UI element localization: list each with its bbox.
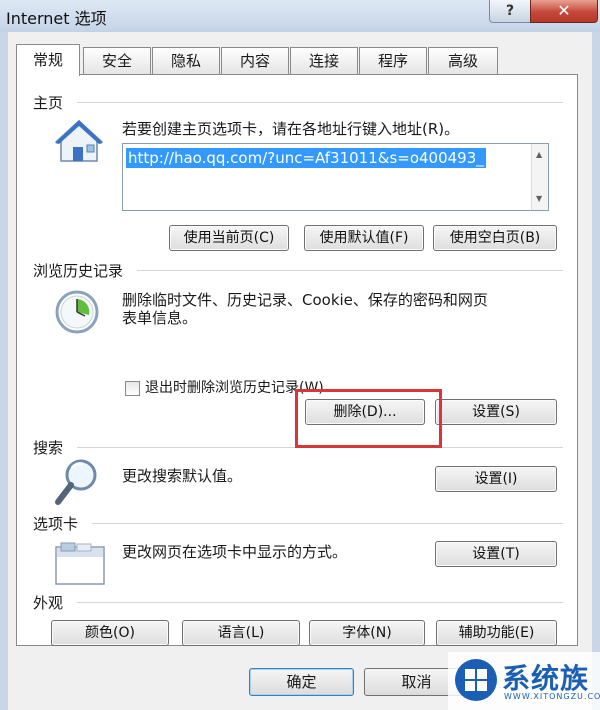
tab-security[interactable]: 安全 — [83, 47, 151, 74]
history-section-divider — [137, 270, 563, 271]
history-section-title: 浏览历史记录 — [33, 260, 130, 281]
search-settings-button[interactable]: 设置(I) — [435, 466, 557, 492]
colors-button[interactable]: 颜色(O) — [51, 620, 169, 646]
home-icon — [55, 119, 103, 162]
appearance-section-title: 外观 — [33, 592, 70, 613]
ok-button[interactable]: 确定 — [249, 668, 354, 696]
history-description-line2: 表单信息。 — [122, 309, 198, 327]
tabs-settings-button[interactable]: 设置(T) — [435, 541, 557, 567]
watermark-text: 系统族 — [502, 662, 590, 695]
title-bar: Internet 选项 ? ✕ — [0, 0, 600, 32]
tab-advanced[interactable]: 高级 — [428, 47, 498, 74]
url-field-scrollbar[interactable]: ▲ ▼ — [531, 144, 548, 210]
home-page-url-text: http://hao.qq.com/?unc=Af31011&s=o400493… — [126, 148, 486, 168]
home-description: 若要创建主页选项卡，请在各地址行键入地址(R)。 — [122, 120, 460, 138]
scroll-up-icon[interactable]: ▲ — [536, 150, 542, 159]
tabs-description: 更改网页在选项卡中显示的方式。 — [122, 543, 348, 561]
magnifier-icon — [55, 459, 97, 505]
watermark: 系统族 WWW.XITONGZU.COM — [448, 652, 600, 710]
use-blank-page-button[interactable]: 使用空白页(B) — [433, 225, 557, 251]
dialog-client-area: 常规 安全 隐私 内容 连接 程序 高级 主页 若要创建主页选项卡，请在各地址行… — [8, 32, 592, 710]
fonts-button[interactable]: 字体(N) — [309, 620, 425, 646]
history-description-line1: 删除临时文件、历史记录、Cookie、保存的密码和网页 — [122, 291, 488, 309]
tab-programs[interactable]: 程序 — [359, 47, 427, 74]
windows-logo-icon — [455, 659, 497, 701]
home-section-divider — [77, 102, 563, 103]
close-button[interactable]: ✕ — [530, 0, 598, 23]
use-current-page-button[interactable]: 使用当前页(C) — [169, 225, 289, 251]
delete-history-on-exit-checkbox[interactable] — [125, 381, 140, 396]
home-section-title: 主页 — [33, 92, 70, 113]
search-section-title: 搜索 — [33, 437, 70, 458]
tab-content[interactable]: 内容 — [221, 47, 289, 74]
tab-connections[interactable]: 连接 — [290, 47, 358, 74]
tab-general[interactable]: 常规 — [16, 44, 80, 76]
scroll-down-icon[interactable]: ▼ — [536, 194, 542, 203]
window-title: Internet 选项 — [6, 9, 107, 28]
tab-privacy[interactable]: 隐私 — [152, 47, 220, 74]
watermark-subtext: WWW.XITONGZU.COM — [504, 692, 600, 701]
tabs-section-title: 选项卡 — [33, 513, 85, 534]
general-tab-panel: 主页 若要创建主页选项卡，请在各地址行键入地址(R)。 http://hao.q… — [16, 74, 578, 646]
history-settings-button[interactable]: 设置(S) — [435, 399, 557, 425]
appearance-section-divider — [77, 602, 563, 603]
tabbed-window-icon — [55, 542, 105, 585]
clock-history-icon — [55, 290, 99, 334]
languages-button[interactable]: 语言(L) — [182, 620, 300, 646]
tabs-section-divider — [92, 523, 563, 524]
highlight-box — [295, 389, 442, 448]
use-default-button[interactable]: 使用默认值(F) — [304, 225, 424, 251]
help-button[interactable]: ? — [489, 0, 531, 23]
search-description: 更改搜索默认值。 — [122, 467, 243, 485]
accessibility-button[interactable]: 辅助功能(E) — [436, 620, 557, 646]
home-page-url-field[interactable]: http://hao.qq.com/?unc=Af31011&s=o400493… — [122, 143, 549, 211]
